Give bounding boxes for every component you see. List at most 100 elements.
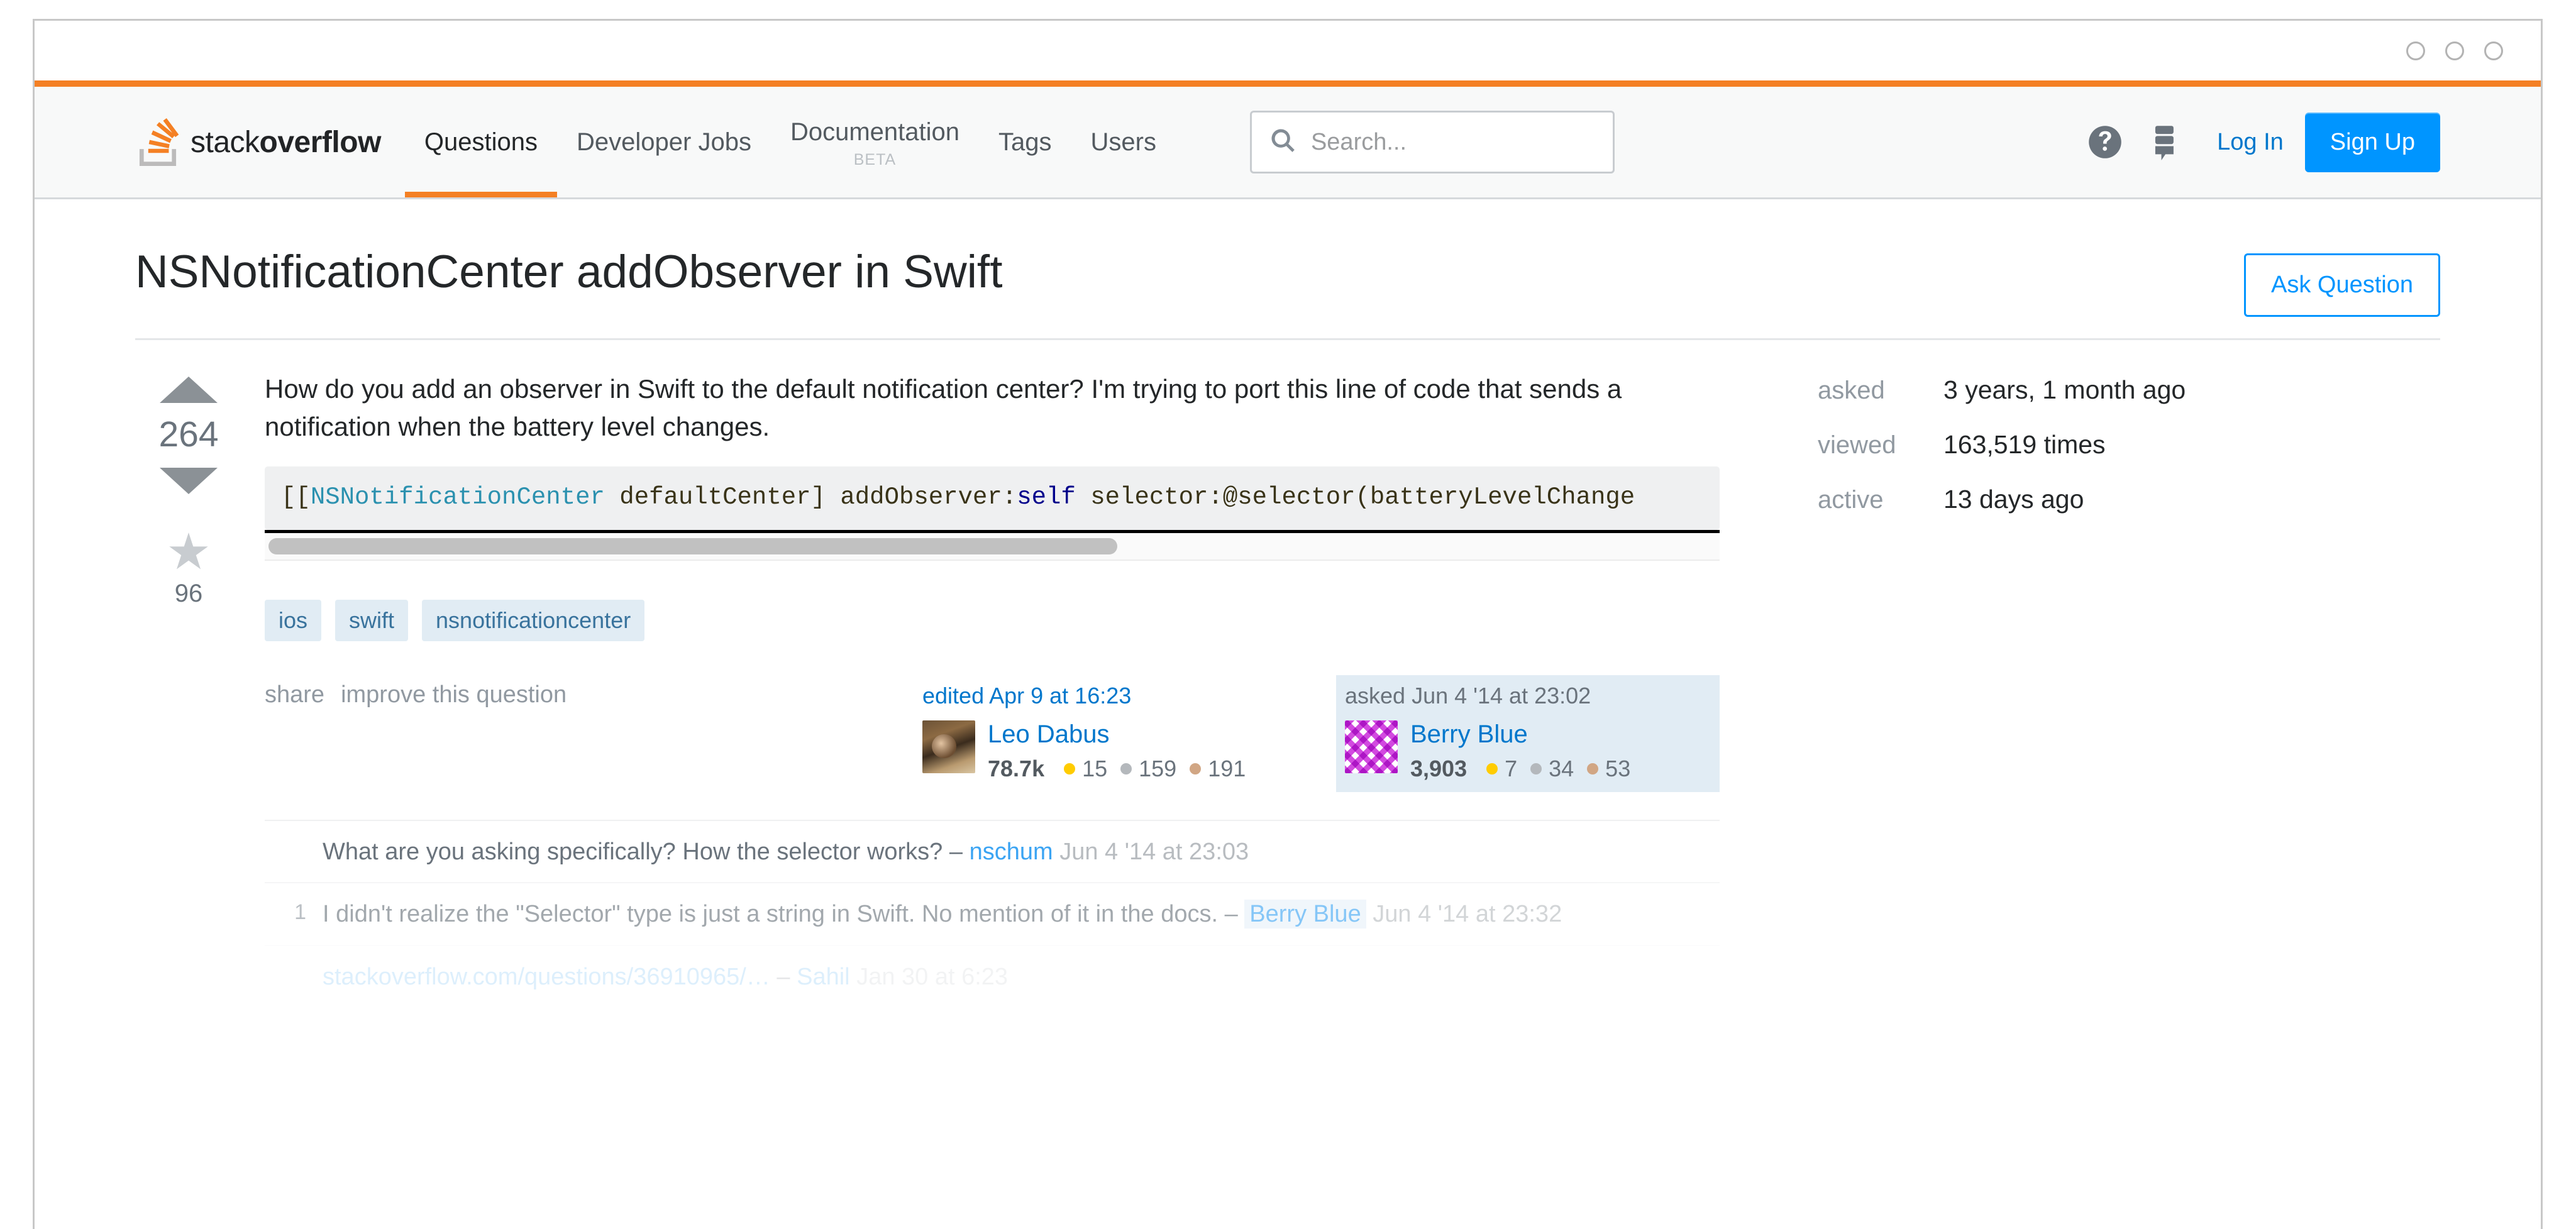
favorite-count: 96 bbox=[174, 580, 203, 607]
page-content: NSNotificationCenter addObserver in Swif… bbox=[35, 199, 2541, 1007]
help-circle-icon[interactable] bbox=[2075, 112, 2135, 172]
nav-label-questions: Questions bbox=[424, 128, 538, 156]
minimize-button[interactable] bbox=[2406, 41, 2425, 60]
code-suffix: selector:@selector(batteryLevelChange bbox=[1075, 483, 1635, 512]
comment-text: I didn't realize the "Selector" type is … bbox=[323, 901, 1219, 928]
owner-gold-count: 7 bbox=[1505, 755, 1518, 781]
ask-question-button[interactable]: Ask Question bbox=[2244, 253, 2440, 317]
page-title: NSNotificationCenter addObserver in Swif… bbox=[135, 246, 1003, 297]
search-input[interactable]: Search... bbox=[1249, 111, 1615, 174]
editor-reputation-row: 78.7k 15 159 191 bbox=[988, 756, 1246, 782]
comment-row: stackoverflow.com/questions/36910965/… –… bbox=[265, 944, 1720, 1007]
comment-user-link[interactable]: nschum bbox=[970, 839, 1053, 865]
code-scrollbar-thumb[interactable] bbox=[268, 537, 1117, 554]
gold-badge-icon bbox=[1486, 763, 1498, 774]
stackoverflow-logo[interactable]: stackoverflow bbox=[135, 87, 405, 197]
comment-user-link[interactable]: Sahil bbox=[797, 964, 850, 990]
vote-cell: 264 ★ 96 bbox=[135, 370, 242, 608]
owner-identity: Berry Blue 3,903 7 34 53 bbox=[1345, 720, 1711, 782]
editor-reputation: 78.7k bbox=[988, 755, 1045, 781]
owner-user-name[interactable]: Berry Blue bbox=[1410, 720, 1630, 748]
nav-sublabel-beta: BETA bbox=[853, 150, 897, 168]
editor-user-card: edited Apr 9 at 16:23 Leo Dabus 78.7k 15… bbox=[914, 675, 1297, 792]
comment-dash: – bbox=[1224, 901, 1238, 928]
code-middle: defaultCenter] addObserver: bbox=[604, 483, 1017, 512]
stackoverflow-logo-icon bbox=[135, 118, 180, 166]
logo-text-bold: overflow bbox=[259, 125, 382, 159]
nav-item-questions[interactable]: Questions bbox=[404, 87, 558, 197]
stat-row-viewed: viewed 163,519 times bbox=[1818, 430, 2186, 460]
maximize-button[interactable] bbox=[2445, 41, 2464, 60]
content-fade-overlay bbox=[35, 1116, 2541, 1229]
code-prefix: [[ bbox=[281, 483, 311, 512]
editor-silver-count: 159 bbox=[1139, 755, 1177, 781]
stat-label-asked: asked bbox=[1818, 377, 1885, 404]
bronze-badge-icon bbox=[1190, 763, 1202, 774]
edited-timestamp[interactable]: edited Apr 9 at 16:23 bbox=[922, 683, 1288, 709]
comment-body: I didn't realize the "Selector" type is … bbox=[323, 898, 1720, 930]
sign-up-button[interactable]: Sign Up bbox=[2304, 112, 2440, 172]
stackoverflow-logo-text: stackoverflow bbox=[191, 125, 381, 160]
stat-value-active: 13 days ago bbox=[1943, 485, 2084, 514]
post-body-cell: How do you add an observer in Swift to t… bbox=[242, 370, 1720, 1007]
owner-reputation-row: 3,903 7 34 53 bbox=[1410, 756, 1630, 782]
search-icon bbox=[1269, 127, 1297, 158]
code-block: [[NSNotificationCenter defaultCenter] ad… bbox=[265, 466, 1720, 530]
close-button[interactable] bbox=[2484, 41, 2503, 60]
comment-date: Jan 30 at 6:23 bbox=[856, 963, 1009, 990]
comment-user-link[interactable]: Berry Blue bbox=[1244, 900, 1366, 929]
comment-list: What are you asking specifically? How th… bbox=[265, 819, 1720, 1007]
stat-label-active: active bbox=[1818, 486, 1884, 514]
editor-user-name[interactable]: Leo Dabus bbox=[988, 720, 1246, 748]
search-placeholder: Search... bbox=[1310, 128, 1407, 155]
tag-swift[interactable]: swift bbox=[335, 599, 409, 641]
owner-user-card: asked Jun 4 '14 at 23:02 Berry Blue 3,90… bbox=[1336, 675, 1720, 792]
question-stats-sidebar: asked 3 years, 1 month ago viewed 163,51… bbox=[1818, 370, 2186, 539]
comment-text-link[interactable]: stackoverflow.com/questions/36910965/… bbox=[323, 964, 770, 990]
avatar[interactable] bbox=[922, 720, 975, 773]
nav-item-documentation[interactable]: Documentation BETA bbox=[771, 87, 979, 197]
owner-bronze-count: 53 bbox=[1605, 755, 1631, 781]
log-in-link[interactable]: Log In bbox=[2196, 129, 2305, 156]
upvote-button[interactable] bbox=[160, 377, 218, 403]
site-header: stackoverflow Questions Developer Jobs D… bbox=[35, 87, 2541, 199]
silver-badge-icon bbox=[1120, 763, 1132, 774]
code-line: [[NSNotificationCenter defaultCenter] ad… bbox=[281, 482, 1703, 514]
comment-score: 1 bbox=[294, 900, 306, 925]
question-header: NSNotificationCenter addObserver in Swif… bbox=[135, 199, 2440, 340]
question-post: 264 ★ 96 How do you add an observer in S… bbox=[135, 370, 1720, 1007]
editor-identity: Leo Dabus 78.7k 15 159 191 bbox=[922, 720, 1288, 782]
nav-item-users[interactable]: Users bbox=[1071, 87, 1176, 197]
window-titlebar bbox=[35, 21, 2541, 80]
avatar[interactable] bbox=[1345, 720, 1398, 773]
comment-body: What are you asking specifically? How th… bbox=[323, 836, 1720, 868]
asked-timestamp: asked Jun 4 '14 at 23:02 bbox=[1345, 682, 1591, 708]
user-cards: edited Apr 9 at 16:23 Leo Dabus 78.7k 15… bbox=[914, 675, 1720, 792]
search-area: Search... bbox=[1249, 87, 1615, 197]
browser-window: stackoverflow Questions Developer Jobs D… bbox=[33, 19, 2543, 1229]
tag-ios[interactable]: ios bbox=[265, 599, 322, 641]
header-actions: Log In Sign Up bbox=[2075, 87, 2541, 197]
stat-label-viewed: viewed bbox=[1818, 431, 1896, 459]
nav-item-tags[interactable]: Tags bbox=[979, 87, 1071, 197]
code-horizontal-scrollbar[interactable] bbox=[265, 532, 1720, 561]
nav-item-developer-jobs[interactable]: Developer Jobs bbox=[557, 87, 771, 197]
code-token-type: NSNotificationCenter bbox=[310, 483, 605, 512]
post-meta-row: share improve this question edited Apr 9… bbox=[265, 675, 1720, 792]
window-controls bbox=[2406, 41, 2503, 60]
downvote-button[interactable] bbox=[160, 468, 218, 494]
achievements-icon[interactable] bbox=[2135, 112, 2196, 172]
share-link[interactable]: share bbox=[265, 681, 324, 708]
tag-list: ios swift nsnotificationcenter bbox=[265, 599, 1720, 641]
nav-label-developer-jobs: Developer Jobs bbox=[577, 128, 751, 156]
logo-text-light: stack bbox=[191, 125, 260, 159]
primary-navigation: Questions Developer Jobs Documentation B… bbox=[404, 87, 1176, 197]
stat-row-active: active 13 days ago bbox=[1818, 485, 2186, 514]
bronze-badge-icon bbox=[1587, 763, 1599, 774]
nav-label-documentation: Documentation bbox=[790, 118, 959, 146]
improve-question-link[interactable]: improve this question bbox=[341, 681, 567, 708]
favorite-star-icon[interactable]: ★ bbox=[166, 527, 211, 577]
tag-nsnotificationcenter[interactable]: nsnotificationcenter bbox=[422, 599, 645, 641]
comment-row: What are you asking specifically? How th… bbox=[265, 819, 1720, 882]
nav-label-users: Users bbox=[1090, 128, 1156, 156]
